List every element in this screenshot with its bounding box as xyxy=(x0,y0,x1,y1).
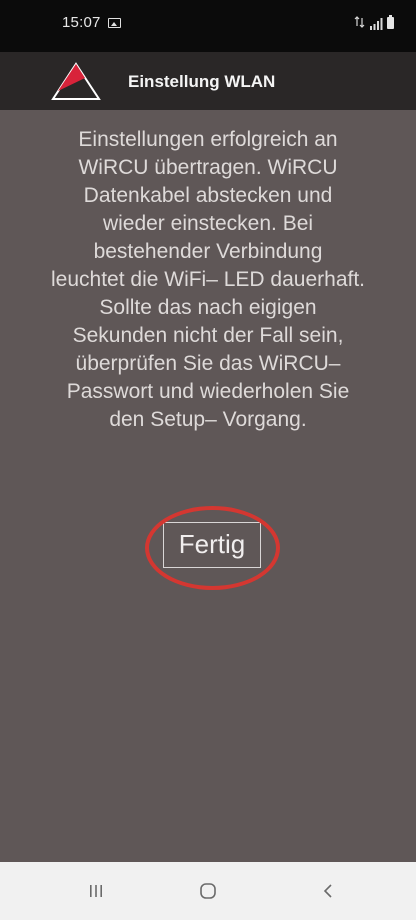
message-line: Sollte das nach eigigen xyxy=(99,296,317,319)
message-line: leuchtet die WiFi– LED dauerhaft. xyxy=(51,268,365,291)
done-button[interactable]: Fertig xyxy=(163,522,261,568)
navigation-bar xyxy=(0,862,416,920)
red-triangle-logo-icon xyxy=(51,62,101,100)
recent-apps-icon xyxy=(90,885,102,897)
message-line: WiRCU übertragen. WiRCU xyxy=(78,156,338,179)
back-icon xyxy=(323,884,332,898)
recent-apps-button[interactable] xyxy=(46,862,146,920)
wifi-data-icon xyxy=(354,16,366,30)
message-line: bestehender Verbindung xyxy=(93,240,323,263)
home-button[interactable] xyxy=(158,862,258,920)
message-line: Passwort und wiederholen Sie xyxy=(66,380,350,403)
status-time: 15:07 xyxy=(62,14,101,31)
message-line: überprüfen Sie das WiRCU– xyxy=(75,352,341,375)
back-button[interactable] xyxy=(278,862,378,920)
gallery-icon xyxy=(108,18,121,28)
app-bar: Einstellung WLAN xyxy=(0,52,416,110)
message-line: Einstellungen erfolgreich an xyxy=(78,128,338,151)
message-line: Sekunden nicht der Fall sein, xyxy=(72,324,344,347)
setup-success-message: Einstellungen erfolgreich an WiRCU übert… xyxy=(0,126,416,434)
screen: 15:07 Einstellung WLAN Einstellungen erf… xyxy=(0,0,416,920)
signal-icon xyxy=(370,17,383,30)
status-bar: 15:07 xyxy=(0,0,416,52)
message-line: Datenkabel abstecken und xyxy=(83,184,333,207)
wifi-data-arrows xyxy=(354,16,365,28)
page-title: Einstellung WLAN xyxy=(128,72,276,91)
status-icons xyxy=(354,15,394,30)
message-line: wieder einstecken. Bei xyxy=(102,212,314,235)
message-line: den Setup– Vorgang. xyxy=(109,408,307,431)
battery-icon xyxy=(387,15,394,29)
home-icon xyxy=(200,883,216,899)
